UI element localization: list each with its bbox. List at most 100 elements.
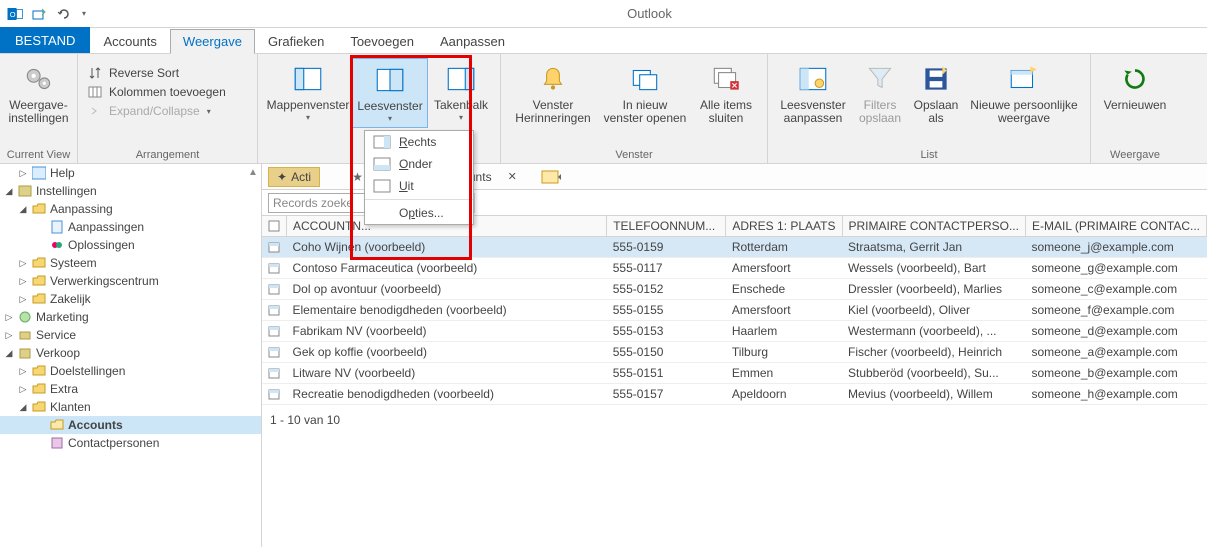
menu-onder[interactable]: Onder [365, 153, 473, 175]
nav-verwerkingscentrum[interactable]: ▷Verwerkingscentrum [0, 272, 261, 290]
cell-name: Recreatie benodigdheden (voorbeeld) [287, 384, 607, 405]
folder-pane-icon [291, 62, 325, 96]
mappenvenster-button[interactable]: Mappenvenster ▾ [264, 58, 352, 126]
weergave-instellingen-label: Weergave- instellingen [8, 99, 68, 125]
expand-icon [88, 104, 104, 118]
nav-doelstellingen[interactable]: ▷Doelstellingen [0, 362, 261, 380]
menu-opties[interactable]: Opties... [365, 202, 473, 224]
contacts-icon [49, 436, 65, 450]
group-venster-label: Venster [507, 147, 761, 161]
menu-uit[interactable]: Uit [365, 175, 473, 197]
navigation-pane[interactable]: ▲ ▷Help ◢Instellingen ◢Aanpassing ·Aanpa… [0, 164, 262, 547]
tab-bestand[interactable]: BESTAND [0, 27, 90, 53]
kolommen-toevoegen-button[interactable]: Kolommen toevoegen [84, 83, 251, 101]
tab-aanpassen[interactable]: Aanpassen [427, 29, 518, 53]
pane-off-icon [373, 179, 391, 193]
table-row[interactable]: Recreatie benodigdheden (voorbeeld)555-0… [262, 384, 1207, 405]
vernieuwen-button[interactable]: Vernieuwen [1097, 58, 1173, 116]
folder-icon [31, 400, 47, 414]
folder-icon [31, 202, 47, 216]
cell-contact: Kiel (voorbeeld), Oliver [842, 300, 1025, 321]
in-nieuw-venster-button[interactable]: In nieuw venster openen [599, 58, 691, 129]
pane-settings-icon [796, 62, 830, 96]
folder-icon [31, 274, 47, 288]
table-row[interactable]: Contoso Farmaceutica (voorbeeld)555-0117… [262, 258, 1207, 279]
col-icon[interactable] [262, 216, 287, 237]
qat-send-receive-icon[interactable] [32, 6, 48, 22]
record-icon [268, 325, 281, 337]
cell-tel: 555-0153 [607, 321, 726, 342]
col-email[interactable]: E-MAIL (PRIMAIRE CONTAC... [1025, 216, 1206, 237]
gears-icon [22, 62, 56, 96]
cell-email: someone_b@example.com [1025, 363, 1206, 384]
filters-opslaan-button[interactable]: Filters opslaan [852, 58, 908, 129]
tab-accounts[interactable]: Accounts [90, 29, 169, 53]
weergave-instellingen-button[interactable]: Weergave- instellingen [6, 58, 71, 129]
view-picker-icon[interactable] [541, 170, 563, 184]
venster-herinneringen-button[interactable]: Venster Herinneringen [507, 58, 599, 129]
nav-extra[interactable]: ▷Extra [0, 380, 261, 398]
help-icon [31, 166, 47, 180]
nieuwe-persoonlijke-weergave-button[interactable]: Nieuwe persoonlijke weergave [964, 58, 1084, 129]
nav-aanpassingen[interactable]: ·Aanpassingen [0, 218, 261, 236]
cell-plaats: Apeldoorn [726, 384, 842, 405]
nav-contactpersonen[interactable]: ·Contactpersonen [0, 434, 261, 452]
filter-save-icon [863, 62, 897, 96]
nav-help[interactable]: ▷Help [0, 164, 261, 182]
nav-klanten[interactable]: ◢Klanten [0, 398, 261, 416]
star-icon: ★ [352, 170, 363, 184]
cell-name: Fabrikam NV (voorbeeld) [287, 321, 607, 342]
tab-weergave[interactable]: Weergave [170, 29, 255, 54]
leesvenster-aanpassen-button[interactable]: Leesvenster aanpassen [774, 58, 852, 129]
opslaan-als-button[interactable]: Opslaan als [908, 58, 964, 129]
cell-tel: 555-0159 [607, 237, 726, 258]
acties-button[interactable]: ✦ Acti [268, 167, 320, 187]
table-row[interactable]: Elementaire benodigdheden (voorbeeld)555… [262, 300, 1207, 321]
col-telefoon[interactable]: TELEFOONNUM... [607, 216, 726, 237]
table-row[interactable]: Fabrikam NV (voorbeeld)555-0153HaarlemWe… [262, 321, 1207, 342]
nav-instellingen[interactable]: ◢Instellingen [0, 182, 261, 200]
folder-icon [31, 292, 47, 306]
cell-plaats: Enschede [726, 279, 842, 300]
takenbalk-button[interactable]: Takenbalk ▾ [428, 58, 494, 126]
qat-undo-icon[interactable] [56, 6, 72, 22]
menu-rechts[interactable]: RRechtsechts [365, 131, 473, 153]
alle-items-sluiten-button[interactable]: Alle items sluiten [691, 58, 761, 129]
nav-zakelijk[interactable]: ▷Zakelijk [0, 290, 261, 308]
col-primaire[interactable]: PRIMAIRE CONTACTPERSO... [842, 216, 1025, 237]
refresh-icon [1118, 62, 1152, 96]
cell-contact: Mevius (voorbeeld), Willem [842, 384, 1025, 405]
cell-contact: Straatsma, Gerrit Jan [842, 237, 1025, 258]
cell-contact: Stubberöd (voorbeeld), Su... [842, 363, 1025, 384]
nav-systeem[interactable]: ▷Systeem [0, 254, 261, 272]
nav-oplossingen[interactable]: ·Oplossingen [0, 236, 261, 254]
table-row[interactable]: Litware NV (voorbeeld)555-0151EmmenStubb… [262, 363, 1207, 384]
col-adres[interactable]: ADRES 1: PLAATS [726, 216, 842, 237]
tab-toevoegen[interactable]: Toevoegen [337, 29, 427, 53]
reverse-sort-button[interactable]: Reverse Sort [84, 64, 251, 82]
todo-bar-icon [444, 62, 478, 96]
cell-plaats: Haarlem [726, 321, 842, 342]
group-list-label: List [774, 147, 1084, 161]
leesvenster-button[interactable]: Leesvenster ▾ [352, 58, 428, 128]
tab-grafieken[interactable]: Grafieken [255, 29, 337, 53]
pane-bottom-icon [373, 157, 391, 171]
cell-email: someone_d@example.com [1025, 321, 1206, 342]
nav-accounts[interactable]: ·Accounts [0, 416, 261, 434]
qat-customize-icon[interactable]: ▾ [82, 9, 86, 18]
nav-verkoop[interactable]: ◢Verkoop [0, 344, 261, 362]
nav-scroll-up-icon[interactable]: ▲ [245, 164, 261, 180]
record-icon [268, 367, 281, 379]
plus-icon: ✦ [277, 170, 287, 184]
close-tab-icon[interactable]: ✕ [508, 170, 517, 183]
table-row[interactable]: Coho Wijnen (voorbeeld)555-0159Rotterdam… [262, 237, 1207, 258]
new-window-icon [628, 62, 662, 96]
cell-name: Elementaire benodigdheden (voorbeeld) [287, 300, 607, 321]
nav-aanpassing[interactable]: ◢Aanpassing [0, 200, 261, 218]
nav-marketing[interactable]: ▷Marketing [0, 308, 261, 326]
page-icon [49, 220, 65, 234]
nav-service[interactable]: ▷Service [0, 326, 261, 344]
folder-icon [31, 256, 47, 270]
table-row[interactable]: Gek op koffie (voorbeeld)555-0150Tilburg… [262, 342, 1207, 363]
table-row[interactable]: Dol op avontuur (voorbeeld)555-0152Ensch… [262, 279, 1207, 300]
